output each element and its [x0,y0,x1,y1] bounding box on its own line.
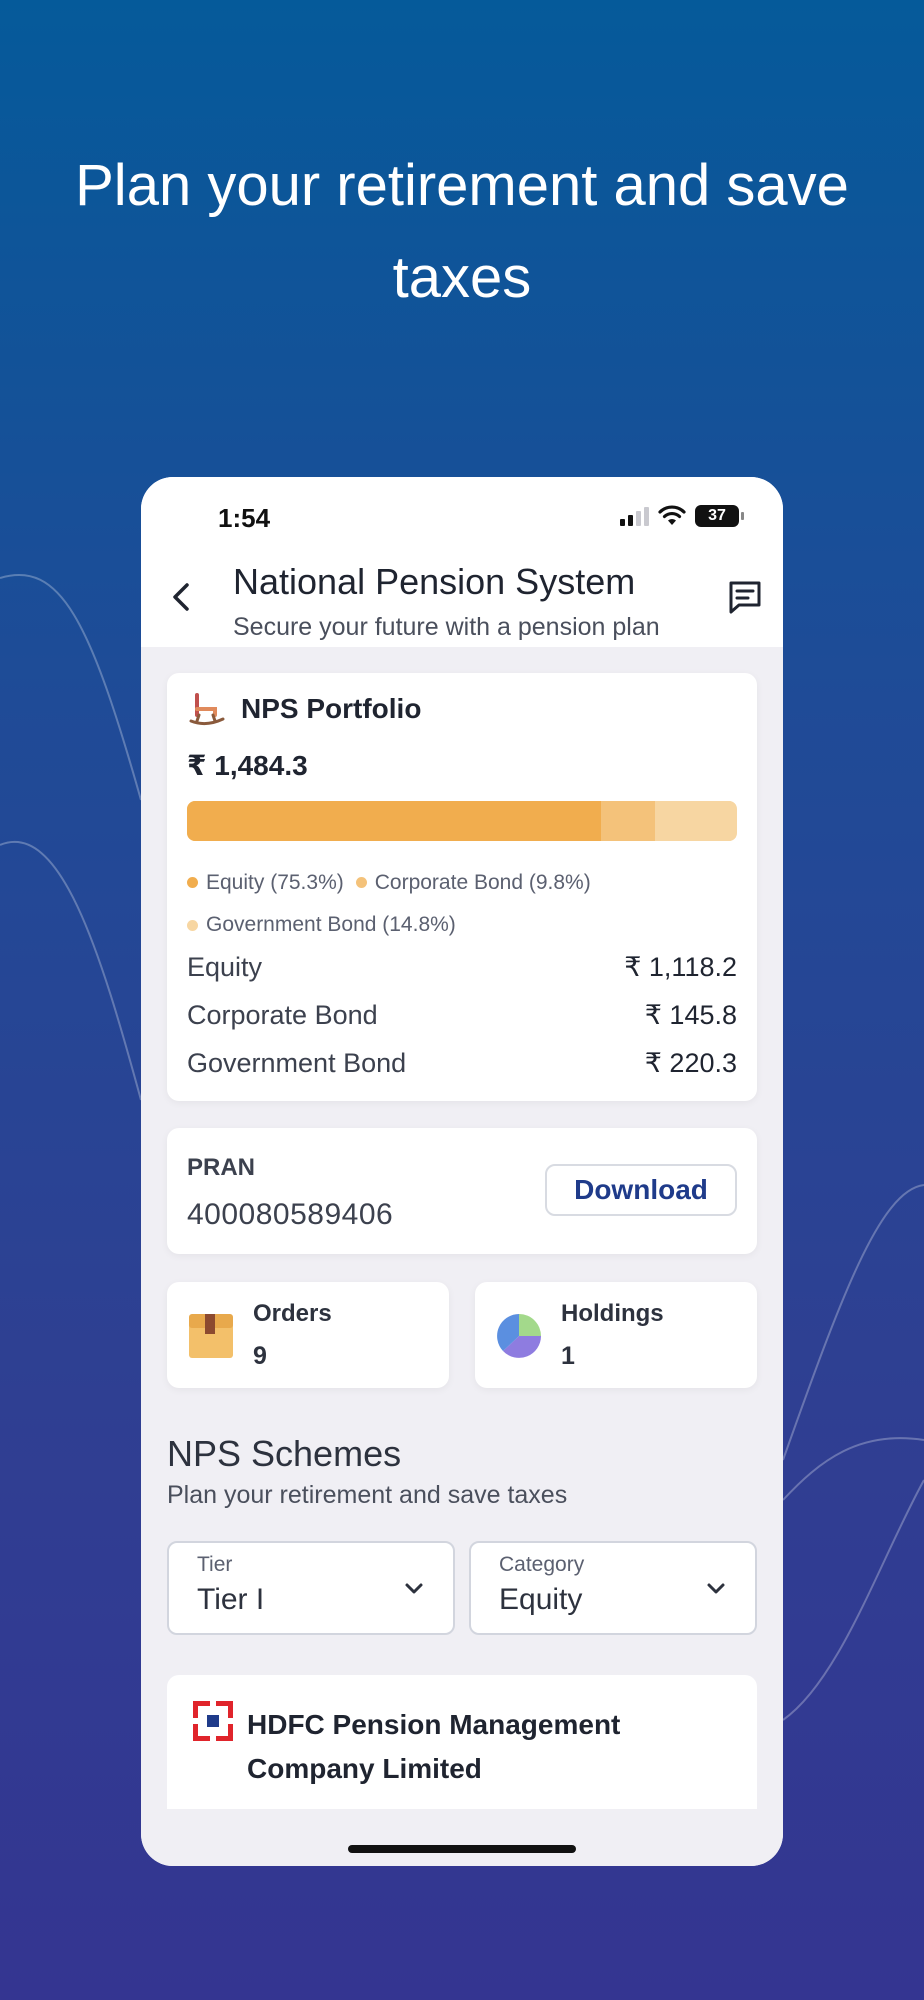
legend-item: Equity (75.3%) [187,862,344,904]
category-dropdown[interactable]: Category Equity [469,1541,757,1635]
hdfc-logo-icon [193,1701,233,1741]
allocation-segment [601,801,656,841]
tier-label: Tier [197,1553,233,1576]
legend-label: Equity (75.3%) [206,870,344,894]
home-indicator[interactable] [348,1845,576,1853]
tier-value: Tier I [197,1583,265,1616]
legend-dot [355,877,367,888]
allocation-row: Equity ₹ 1,118.2 [187,943,737,991]
holdings-label: Holdings [561,1300,664,1327]
allocation-row: Corporate Bond ₹ 145.8 [187,991,737,1039]
top-bar: 1:54 37 National Pension System Secure y… [141,477,783,647]
legend-label: Government Bond (14.8%) [206,913,456,936]
page-subtitle: Secure your future with a pension plan [233,613,660,641]
allocation-segment [187,801,602,841]
allocation-bar [187,801,737,841]
chevron-down-icon [707,1583,725,1594]
back-arrow-icon[interactable] [163,577,203,617]
tier-dropdown[interactable]: Tier Tier I [167,1541,455,1635]
allocation-name: Government Bond [187,1047,407,1078]
holdings-card[interactable]: Holdings 1 [475,1282,757,1388]
category-label: Category [499,1553,585,1576]
status-icons: 37 [620,505,744,527]
allocation-name: Corporate Bond [187,999,378,1030]
pran-label: PRAN [187,1154,256,1181]
status-time: 1:54 [218,503,271,533]
page-title: National Pension System [233,561,636,602]
signal-icon [620,506,649,526]
fund-name: HDFC Pension Management Company Limited [247,1709,621,1784]
chevron-down-icon [405,1583,423,1594]
orders-count: 9 [253,1342,267,1370]
fund-card[interactable]: HDFC Pension Management Company Limited [167,1675,757,1825]
allocation-row: Government Bond ₹ 220.3 [187,1039,737,1087]
holdings-count: 1 [561,1342,575,1370]
portfolio-title: NPS Portfolio [241,693,422,724]
schemes-title: NPS Schemes [167,1433,402,1474]
orders-label: Orders [253,1300,332,1327]
legend-item: Corporate Bond (9.8%) [355,862,591,904]
allocation-name: Equity [187,951,263,982]
category-value: Equity [499,1583,583,1616]
legend-dot [187,877,198,888]
phone-screen: 1:54 37 National Pension System Secure y… [141,477,783,1866]
allocation-segment [655,801,737,841]
legend-item: Government Bond (14.8%) [187,904,456,946]
legend-dot [187,919,198,931]
wifi-icon [658,505,686,525]
download-button[interactable]: Download [545,1164,737,1216]
allocation-legend: Equity (75.3%) Corporate Bond (9.8%) Gover… [187,861,747,946]
promo-headline: Plan your retirement and save taxes [75,153,849,310]
pie-chart-icon [497,1314,541,1358]
allocation-value: ₹ 1,118.2 [624,951,737,982]
chat-icon[interactable] [725,577,765,617]
orders-card[interactable]: Orders 9 [167,1282,449,1388]
portfolio-card[interactable]: NPS Portfolio ₹ 1,484.3 Equity (75.3%) Co… [167,673,757,1101]
box-icon [189,1314,233,1358]
allocation-value: ₹ 145.8 [644,999,737,1030]
pran-card: PRAN 400080589406 Download [167,1128,757,1254]
schemes-subtitle: Plan your retirement and save taxes [167,1481,568,1509]
allocation-value: ₹ 220.3 [644,1047,737,1078]
portfolio-total: ₹ 1,484.3 [187,750,308,781]
battery-icon: 37 [695,505,744,527]
pran-number: 400080589406 [187,1198,394,1231]
legend-label: Corporate Bond (9.8%) [374,870,591,894]
allocation-values: Equity ₹ 1,118.2 Corporate Bond ₹ 145.8 Gove… [187,943,737,1087]
rocking-chair-icon [189,693,225,726]
home-indicator-area [141,1809,783,1866]
